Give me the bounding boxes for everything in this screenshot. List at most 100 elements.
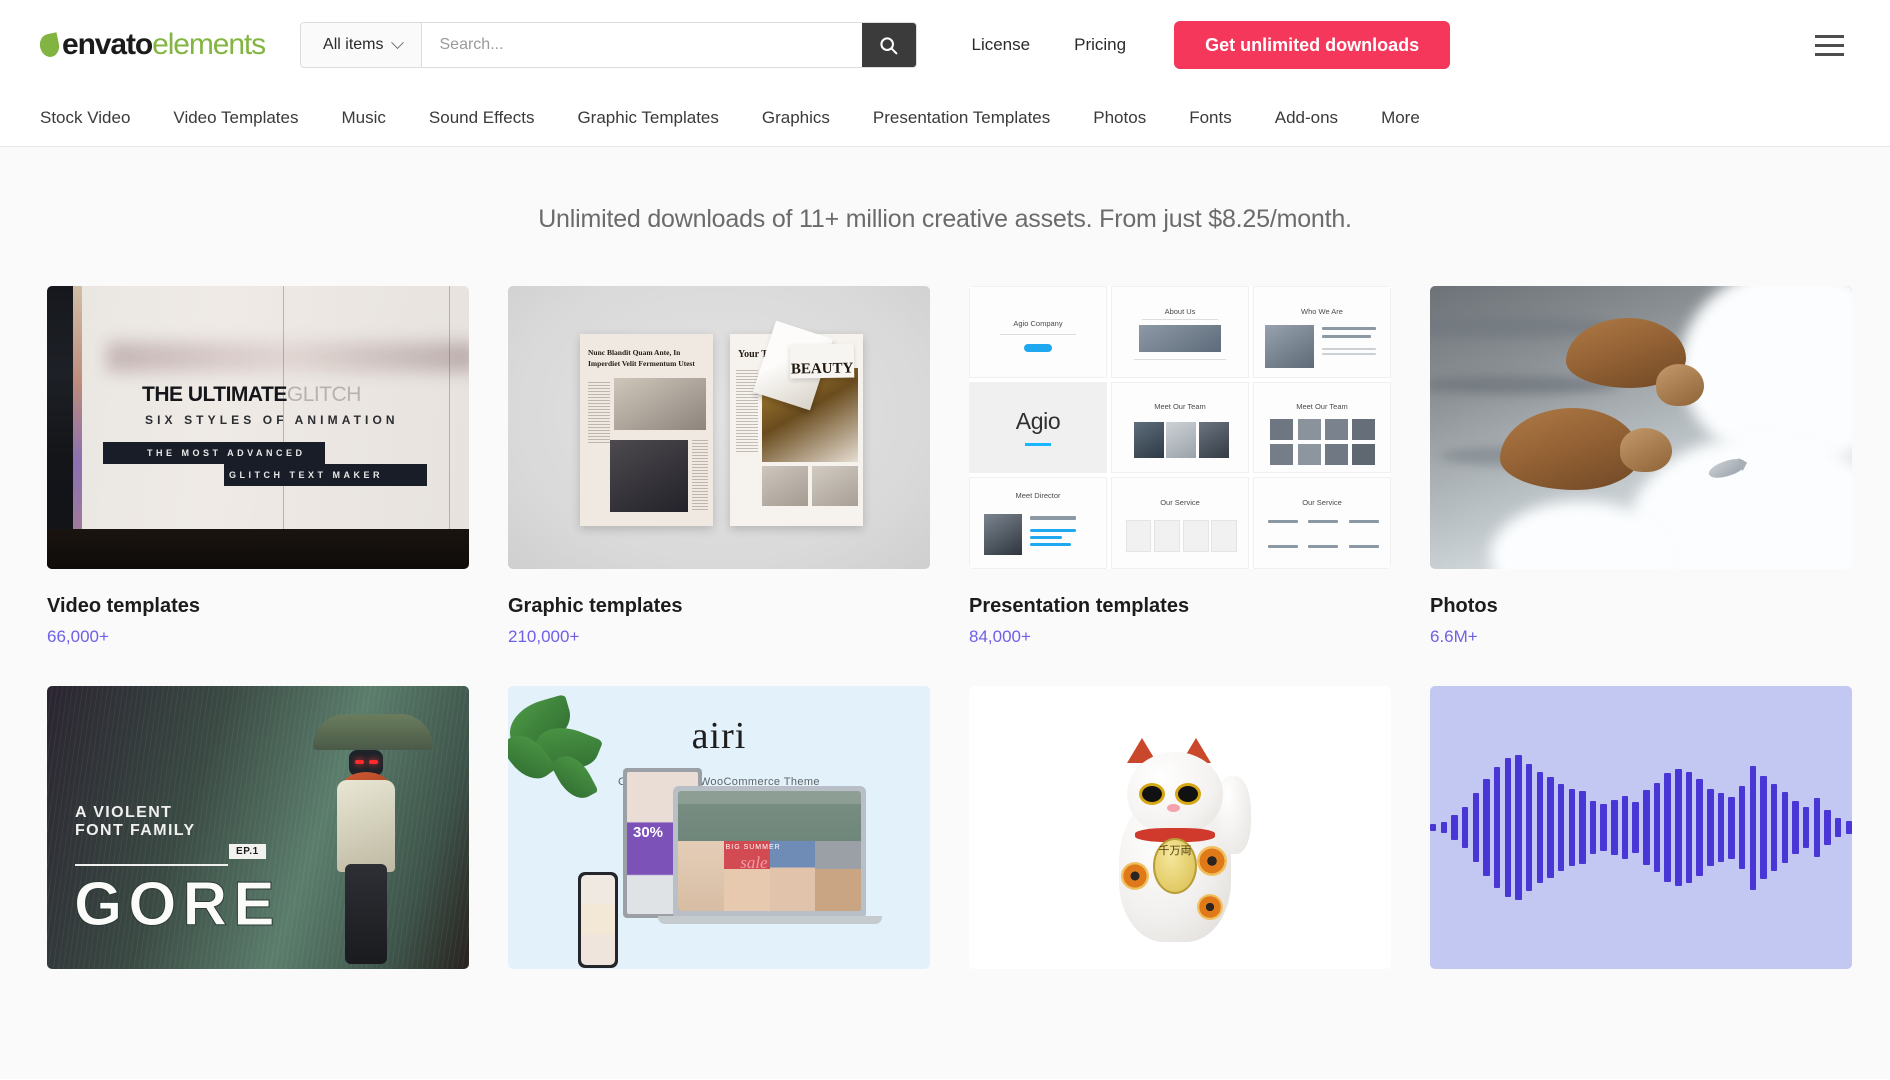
cat-eye-right <box>1175 783 1201 805</box>
slide-preview: About Us <box>1111 286 1249 378</box>
subnav-item-video-templates[interactable]: Video Templates <box>173 108 298 128</box>
motion-blur-streak <box>107 342 469 372</box>
cat-coin-pendant: 千万両 <box>1153 838 1197 894</box>
category-card-audio-waveform[interactable] <box>1430 686 1852 995</box>
waveform-bar <box>1803 807 1809 847</box>
laptop-hero-kicker: BIG SUMMER <box>726 844 781 851</box>
waveform-bar <box>1824 810 1830 844</box>
thumbnail-airi-theme[interactable]: airi Clean, Minimal WooCommerce Theme 30… <box>508 686 930 969</box>
magazine-left-page: Nunc Blandit Quam Ante, In Imperdiet Vel… <box>580 334 713 526</box>
waveform-bar <box>1835 818 1841 837</box>
subnav-item-graphic-templates[interactable]: Graphic Templates <box>577 108 718 128</box>
waveform-bar <box>1760 776 1766 878</box>
slide-title: Meet Our Team <box>1112 402 1248 411</box>
hamburger-menu-icon[interactable] <box>1809 29 1850 62</box>
header-link-pricing[interactable]: Pricing <box>1074 35 1126 55</box>
waveform-bar <box>1696 779 1702 875</box>
waveform-bar <box>1473 793 1479 861</box>
slide-preview: Meet Director <box>969 477 1107 569</box>
magazine-photo <box>614 378 706 430</box>
category-card-video-templates[interactable]: THE ULTIMATEGLITCH SIX STYLES OF ANIMATI… <box>47 286 469 647</box>
magazine-left-headline: Nunc Blandit Quam Ante, In Imperdiet Vel… <box>588 348 705 370</box>
search-button[interactable] <box>862 23 916 67</box>
subnav-item-presentation-templates[interactable]: Presentation Templates <box>873 108 1050 128</box>
search-category-dropdown[interactable]: All items <box>301 23 421 67</box>
cat-spot <box>1121 862 1149 890</box>
category-card-photos[interactable]: Photos 6.6M+ <box>1430 286 1852 647</box>
glowing-eye-right <box>369 760 378 764</box>
slide-title: Our Service <box>1112 498 1248 507</box>
thumbnail-magazine-mockup[interactable]: Nunc Blandit Quam Ante, In Imperdiet Vel… <box>508 286 930 569</box>
category-card-grid: THE ULTIMATEGLITCH SIX STYLES OF ANIMATI… <box>0 234 1890 995</box>
card-title: Video templates <box>47 595 469 618</box>
waveform-bar <box>1579 791 1585 864</box>
card-count: 6.6M+ <box>1430 627 1852 647</box>
waveform-bar <box>1430 824 1436 830</box>
waveform-bar <box>1515 755 1521 901</box>
glitch-art-title: THE ULTIMATEGLITCH <box>142 383 361 407</box>
laptop-hero-script: sale <box>740 853 767 873</box>
envato-elements-logo[interactable]: envato elements <box>40 28 265 62</box>
search-category-label: All items <box>323 36 383 54</box>
waveform-bar <box>1771 784 1777 871</box>
magazine-photo <box>762 466 808 506</box>
waveform-bar <box>1739 786 1745 870</box>
slide-title: Our Service <box>1254 498 1390 507</box>
gore-episode-badge: EP.1 <box>229 844 266 859</box>
magazine-cover-word: BEAUTY <box>790 343 855 378</box>
category-card-3d-lucky-cat[interactable]: 千万両 <box>969 686 1391 995</box>
get-unlimited-downloads-button[interactable]: Get unlimited downloads <box>1174 21 1450 69</box>
subnav-item-sound-effects[interactable]: Sound Effects <box>429 108 535 128</box>
subnav-item-graphics[interactable]: Graphics <box>762 108 830 128</box>
search-bar: All items <box>300 22 916 68</box>
category-card-graphic-templates[interactable]: Nunc Blandit Quam Ante, In Imperdiet Vel… <box>508 286 930 647</box>
category-navigation: Stock Video Video Templates Music Sound … <box>0 90 1890 147</box>
laptop-base <box>658 916 882 924</box>
category-card-presentation-templates[interactable]: Agio Company About Us Who We Are <box>969 286 1391 647</box>
glitch-art-bar-2: GLITCH TEXT MAKER <box>224 464 427 486</box>
subnav-item-photos[interactable]: Photos <box>1093 108 1146 128</box>
waveform-bar <box>1846 821 1852 833</box>
hamburger-line <box>1815 44 1844 47</box>
thumbnail-audio-waveform[interactable] <box>1430 686 1852 969</box>
waveform-bar <box>1558 784 1564 871</box>
logo-text-envato: envato <box>62 28 152 62</box>
guide-line <box>283 286 284 569</box>
hamburger-line <box>1815 35 1844 38</box>
cat-spot <box>1197 894 1223 920</box>
gore-divider-rule <box>75 864 228 866</box>
thumbnail-lucky-cat[interactable]: 千万両 <box>969 686 1391 969</box>
bear-lower-head <box>1620 428 1672 472</box>
slide-brand-underline <box>1025 443 1051 446</box>
glitch-art-bar-1: THE MOST ADVANCED <box>103 442 325 464</box>
waveform-bar <box>1686 772 1692 884</box>
film-edge-strip <box>47 286 73 569</box>
subnav-item-more[interactable]: More <box>1381 108 1420 128</box>
thumbnail-glitch-video-template[interactable]: THE ULTIMATEGLITCH SIX STYLES OF ANIMATI… <box>47 286 469 569</box>
glitch-title-dark: THE ULTIMATE <box>142 383 287 406</box>
thumbnail-presentation-slides[interactable]: Agio Company About Us Who We Are <box>969 286 1391 569</box>
waveform-bar <box>1451 815 1457 840</box>
waveform-bar <box>1441 822 1447 833</box>
category-card-fonts-gore[interactable]: A VIOLENTFONT FAMILY EP.1 GORE <box>47 686 469 995</box>
waveform-bar <box>1643 790 1649 864</box>
thumbnail-bears-photo[interactable] <box>1430 286 1852 569</box>
search-input[interactable] <box>422 23 862 67</box>
waveform-bar <box>1622 796 1628 860</box>
subnav-item-add-ons[interactable]: Add-ons <box>1275 108 1338 128</box>
subnav-item-music[interactable]: Music <box>342 108 386 128</box>
header-link-license[interactable]: License <box>972 35 1031 55</box>
thumbnail-gore-font[interactable]: A VIOLENTFONT FAMILY EP.1 GORE <box>47 686 469 969</box>
subnav-item-fonts[interactable]: Fonts <box>1189 108 1232 128</box>
laptop-hero-photo <box>678 841 861 911</box>
waveform-bar <box>1494 767 1500 888</box>
card-count: 84,000+ <box>969 627 1391 647</box>
slide-preview: Meet Our Team <box>1111 382 1249 474</box>
glitch-art-subtitle: SIX STYLES OF ANIMATION <box>145 413 399 427</box>
waveform-bar <box>1590 801 1596 854</box>
category-card-web-themes-airi[interactable]: airi Clean, Minimal WooCommerce Theme 30… <box>508 686 930 995</box>
subnav-item-stock-video[interactable]: Stock Video <box>40 108 130 128</box>
waveform-bar <box>1505 758 1511 898</box>
gore-kicker-text: A VIOLENTFONT FAMILY <box>75 804 196 840</box>
phone-screen <box>581 875 615 965</box>
